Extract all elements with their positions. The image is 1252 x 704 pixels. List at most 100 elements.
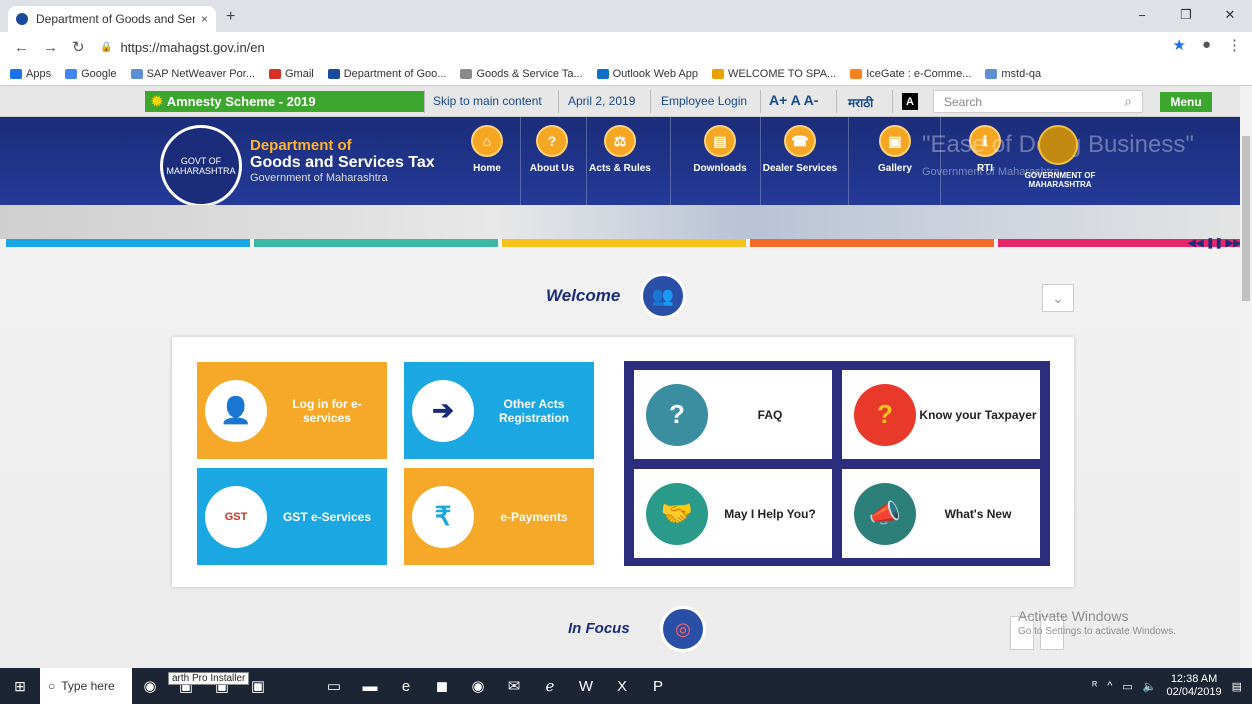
windows-start-icon[interactable]: ⊞ [0, 668, 40, 704]
profile-icon[interactable]: ● [1202, 36, 1211, 54]
skip-to-main-link[interactable]: Skip to main content [433, 94, 542, 108]
registration-arrow-icon: ➔ [412, 379, 474, 442]
bookmark-item[interactable]: Apps [10, 68, 51, 80]
minimize-button[interactable]: − [1120, 0, 1164, 30]
bookmark-item[interactable]: Outlook Web App [596, 68, 698, 80]
nav-item-downloads[interactable]: ▤ Downloads [680, 125, 760, 174]
gst-eservices-label: GST e-Services [282, 509, 372, 524]
nav-label: Dealer Services [762, 163, 838, 174]
bookmark-item[interactable]: IceGate : e-Comme... [850, 68, 971, 80]
bookmark-favicon-icon [596, 68, 609, 79]
bookmark-label: Goods & Service Ta... [476, 67, 583, 80]
back-icon[interactable]: ← [14, 39, 29, 56]
bookmark-label: IceGate : e-Comme... [866, 67, 972, 80]
nation-tax-market-icon: GST [205, 485, 267, 548]
font-size-controls[interactable]: A+ A A- [769, 92, 818, 108]
close-window-button[interactable]: ✕ [1208, 0, 1252, 30]
chrome-icon[interactable]: ◉ [460, 668, 496, 704]
reload-icon[interactable]: ↻ [72, 38, 85, 56]
bookmark-item[interactable]: SAP NetWeaver Por... [130, 68, 255, 80]
bookmark-item[interactable]: mstd-qa [985, 68, 1041, 80]
slider-controls[interactable]: ◀◀ ❚❚ ▶▶ [1188, 238, 1241, 249]
color-stripe [502, 239, 746, 247]
employee-login-link[interactable]: Employee Login [661, 94, 747, 108]
search-icon[interactable]: ⌕ [1124, 93, 1132, 110]
high-contrast-button[interactable]: A [902, 93, 918, 110]
word-icon[interactable]: W [568, 668, 604, 704]
tab-close-icon[interactable]: × [201, 12, 208, 26]
current-date: April 2, 2019 [568, 94, 636, 108]
window-controls: − ❐ ✕ [1120, 0, 1252, 30]
sun-icon: ✹ [151, 93, 163, 109]
bookmark-item[interactable]: Gmail [268, 68, 314, 80]
tray-chevron-icon[interactable]: ^ [1107, 680, 1112, 692]
internet-explorer-icon[interactable]: ℯ [532, 668, 568, 704]
dept-line3: Government of Maharashtra [250, 172, 388, 184]
activate-windows-title: Activate Windows [1018, 608, 1129, 624]
chrome-taskbar-icon[interactable]: ◉ [132, 668, 168, 704]
task-view-icon[interactable]: ▭ [316, 668, 352, 704]
new-tab-button[interactable]: + [226, 8, 235, 26]
bookmark-item[interactable]: Department of Goo... [327, 68, 446, 80]
address-bar[interactable]: 🔒 https://mahagst.gov.in/en [100, 38, 265, 56]
other-acts-label: Other Acts Registration [498, 396, 569, 425]
whats-new-tile[interactable]: 📣 What's New [842, 469, 1040, 558]
edge-icon[interactable]: e [388, 668, 424, 704]
bookmark-item[interactable]: WELCOME TO SPA... [712, 68, 836, 80]
department-title: Department of Goods and Services Tax Gov… [250, 137, 435, 184]
bookmark-item[interactable]: Google [65, 68, 117, 80]
epayments-tile[interactable]: ₹ e-Payments [404, 468, 594, 565]
url-text: https://mahagst.gov.in/en [120, 39, 265, 55]
search-placeholder: Search [944, 94, 983, 109]
bookmark-favicon-icon [712, 68, 725, 79]
nav-item-dealer-services[interactable]: ☎ Dealer Services [760, 125, 840, 174]
page-scrollbar[interactable] [1240, 86, 1252, 668]
dept-line2: Goods and Services Tax [250, 154, 435, 171]
whats-new-label: What's New [944, 506, 1012, 521]
know-your-taxpayer-tile[interactable]: ? Know your Taxpayer [842, 370, 1040, 459]
nav-label: Downloads [693, 163, 747, 174]
welcome-heading: Welcome [546, 286, 621, 305]
bookmark-label: WELCOME TO SPA... [728, 67, 837, 80]
clock-date: 02/04/2019 [1166, 686, 1222, 698]
bookmark-label: Apps [26, 67, 52, 80]
login-eservices-tile[interactable]: 👤 Log in for e-services [197, 362, 387, 459]
system-tray: ᴿ ^ ▭ 🔈 12:38 AM 02/04/2019 ▤ [1092, 668, 1242, 704]
browser-tab[interactable]: Department of Goods and Servic × [8, 6, 216, 32]
store-icon[interactable]: ◼ [424, 668, 460, 704]
bookmark-favicon-icon [850, 68, 863, 79]
marathi-language-link[interactable]: मराठी [848, 94, 873, 111]
user-login-icon: 👤 [205, 379, 267, 442]
powerpoint-icon[interactable]: P [640, 668, 676, 704]
file-explorer-icon[interactable]: ▬ [352, 668, 388, 704]
amnesty-scheme-link[interactable]: ✹ Amnesty Scheme - 2019 [145, 91, 424, 112]
gst-eservices-tile[interactable]: GST GST e-Services [197, 468, 387, 565]
notifications-icon[interactable]: ▤ [1232, 680, 1242, 693]
scrollbar-thumb[interactable] [1242, 136, 1250, 301]
kebab-menu-icon[interactable]: ⋮ [1227, 36, 1242, 54]
menu-button[interactable]: Menu [1160, 92, 1212, 112]
bookmark-star-icon[interactable]: ★ [1172, 36, 1185, 54]
taskbar-search-box[interactable]: ○ Type here [40, 668, 132, 704]
volume-icon[interactable]: 🔈 [1143, 680, 1157, 693]
maximize-button[interactable]: ❐ [1164, 0, 1208, 30]
people-tray-icon[interactable]: ᴿ [1092, 680, 1097, 692]
battery-icon[interactable]: ▭ [1122, 680, 1132, 693]
bookmark-item[interactable]: Goods & Service Ta... [460, 67, 583, 80]
faq-label: FAQ [757, 407, 783, 422]
taskbar-clock[interactable]: 12:38 AM 02/04/2019 [1167, 673, 1222, 699]
activate-windows-subtitle: Go to Settings to activate Windows. [1018, 626, 1176, 637]
excel-icon[interactable]: X [604, 668, 640, 704]
may-i-help-tile[interactable]: 🤝 May I Help You? [634, 469, 832, 558]
forward-icon[interactable]: → [43, 39, 58, 56]
browser-tab-strip: Department of Goods and Servic × + − ❐ ✕ [0, 0, 1252, 32]
chevron-down-icon[interactable]: ⌄ [1042, 284, 1074, 312]
faq-tile[interactable]: ? FAQ [634, 370, 832, 459]
color-stripe [254, 239, 498, 247]
search-input[interactable]: Search ⌕ [933, 90, 1143, 113]
nav-item-acts-rules[interactable]: ⚖ Acts & Rules [580, 125, 660, 174]
other-acts-registration-tile[interactable]: ➔ Other Acts Registration [404, 362, 594, 459]
bookmark-favicon-icon [327, 68, 340, 79]
mail-icon[interactable]: ✉ [496, 668, 532, 704]
tab-title: Department of Goods and Servic [36, 12, 195, 26]
